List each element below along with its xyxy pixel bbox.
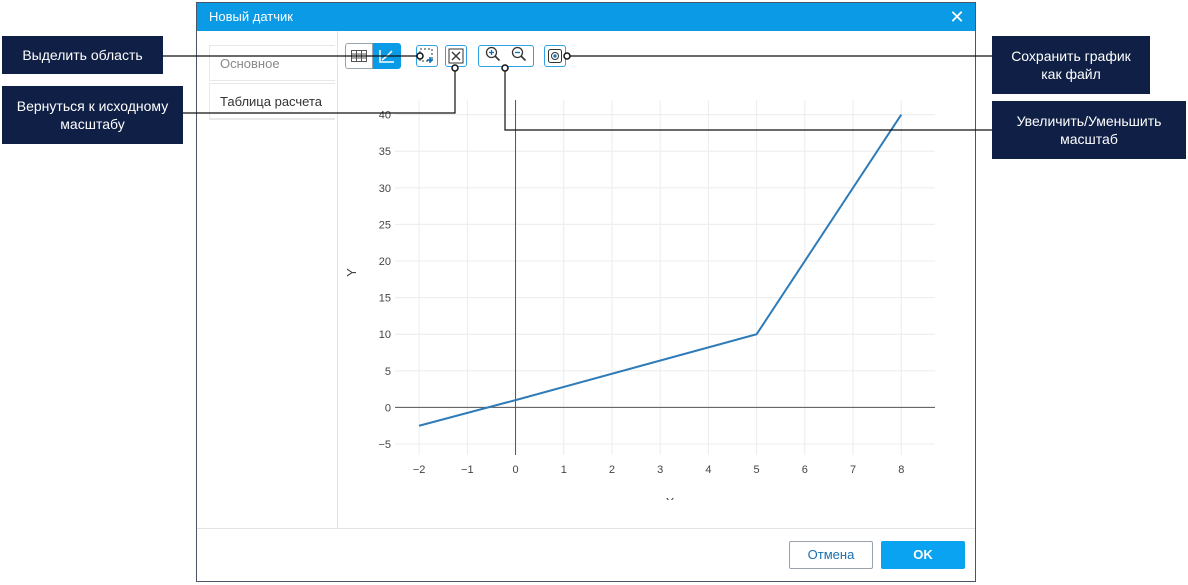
chart-view-button[interactable] — [373, 43, 401, 69]
cancel-button[interactable]: Отмена — [789, 541, 873, 569]
y-tick-label: 20 — [379, 256, 391, 268]
y-tick-label: 10 — [379, 329, 391, 341]
x-tick-label: −1 — [461, 464, 474, 476]
sidebar-filler — [209, 119, 335, 533]
y-tick-label: 5 — [385, 366, 391, 378]
x-tick-label: 7 — [850, 464, 856, 476]
x-tick-label: 6 — [802, 464, 808, 476]
reset-zoom-button[interactable] — [445, 45, 467, 67]
save-chart-button[interactable] — [544, 45, 566, 67]
table-view-icon — [351, 50, 367, 62]
x-tick-label: 2 — [609, 464, 615, 476]
select-area-icon — [419, 48, 433, 63]
dialog-footer: Отмена OK — [197, 528, 975, 581]
reset-zoom-icon — [448, 48, 464, 64]
zoom-out-icon[interactable] — [506, 46, 532, 67]
x-tick-label: 4 — [705, 464, 711, 476]
x-tick-label: −2 — [413, 464, 426, 476]
calibration-chart[interactable]: −2 −1 0 1 2 3 4 5 6 7 8 −5 0 5 10 15 20 25 30 35 40 X Y — [340, 100, 960, 500]
tab-calculation-table[interactable]: Таблица расчета — [209, 83, 335, 119]
y-tick-label: 15 — [379, 293, 391, 305]
y-tick-label: 40 — [379, 110, 391, 122]
callout-select-area: Выделить область — [2, 36, 163, 74]
y-tick-label: 25 — [379, 219, 391, 231]
x-tick-label: 8 — [898, 464, 904, 476]
tab-basic[interactable]: Основное — [209, 45, 335, 81]
zoom-in-icon[interactable] — [480, 46, 506, 67]
x-tick-label: 0 — [512, 464, 518, 476]
callout-reset-zoom: Вернуться к исходному масштабу — [2, 86, 183, 144]
dialog-header: Новый датчик ✕ — [197, 3, 975, 31]
chart-view-icon — [379, 50, 394, 63]
x-tick-label: 5 — [754, 464, 760, 476]
callout-save-chart: Сохранить график как файл — [992, 36, 1150, 94]
y-tick-label: 35 — [379, 146, 391, 158]
ok-button[interactable]: OK — [881, 541, 965, 569]
close-icon[interactable]: ✕ — [947, 7, 967, 27]
y-tick-label: 0 — [385, 402, 391, 414]
select-area-button[interactable] — [416, 45, 438, 67]
sidebar: Основное Таблица расчета — [197, 31, 338, 529]
x-tick-label: 1 — [561, 464, 567, 476]
dialog-title: Новый датчик — [209, 9, 293, 24]
x-axis-label: X — [666, 495, 675, 500]
save-chart-icon — [548, 49, 562, 63]
callout-zoom: Увеличить/Уменьшить масштаб — [992, 101, 1186, 159]
table-view-button[interactable] — [345, 43, 373, 69]
x-tick-label: 3 — [657, 464, 663, 476]
y-tick-label: 30 — [379, 183, 391, 195]
zoom-button-group — [478, 45, 534, 67]
y-tick-label: −5 — [378, 439, 391, 451]
y-axis-label: Y — [344, 268, 359, 277]
